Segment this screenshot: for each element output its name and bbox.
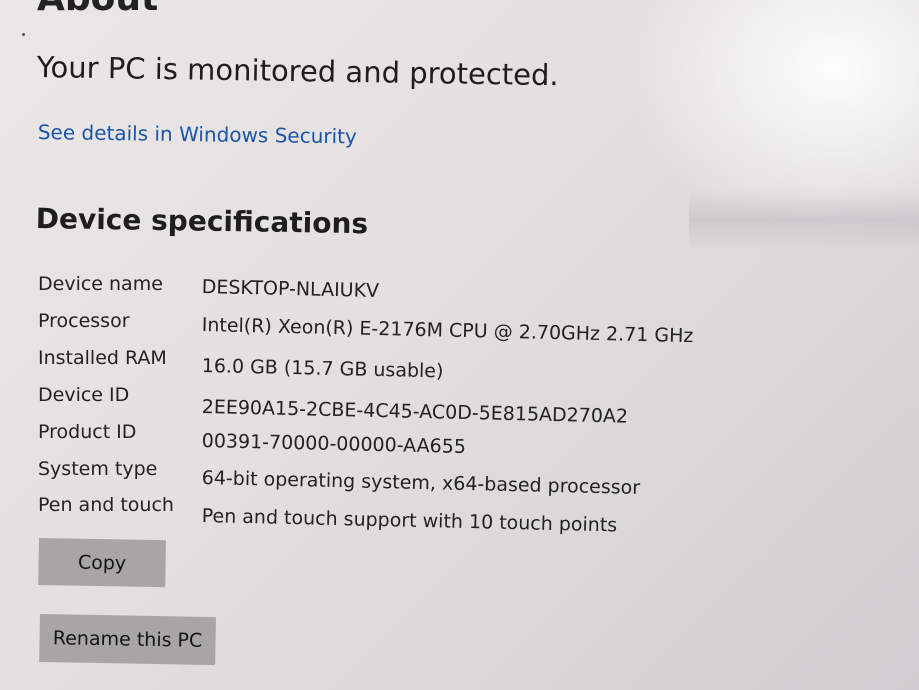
- screen-speck: [22, 33, 25, 36]
- spec-value-device-id: 2EE90A15-2CBE-4C45-AC0D-5E815AD270A2: [201, 396, 629, 428]
- spec-label-processor: Processor: [38, 310, 130, 332]
- spec-value-device-name: DESKTOP-NLAIUKV: [201, 276, 380, 303]
- spec-label-system-type: System type: [38, 458, 158, 480]
- device-specifications-title: Device specifications: [35, 202, 369, 241]
- protection-status: Your PC is monitored and protected.: [36, 50, 559, 93]
- spec-value-product-id: 00391-70000-00000-AA655: [201, 430, 467, 458]
- rename-pc-button[interactable]: Rename this PC: [39, 614, 216, 666]
- spec-label-installed-ram: Installed RAM: [38, 347, 167, 369]
- spec-label-product-id: Product ID: [38, 421, 137, 443]
- spec-value-processor: Intel(R) Xeon(R) E-2176M CPU @ 2.70GHz 2…: [201, 314, 694, 348]
- windows-security-link[interactable]: See details in Windows Security: [38, 120, 357, 148]
- spec-value-pen-and-touch: Pen and touch support with 10 touch poin…: [201, 505, 618, 537]
- spec-label-device-name: Device name: [38, 273, 163, 295]
- spec-label-pen-and-touch: Pen and touch: [38, 494, 174, 516]
- copy-button[interactable]: Copy: [38, 538, 166, 588]
- spec-value-installed-ram: 16.0 GB (15.7 GB usable): [201, 355, 444, 383]
- screen-glare: [639, 0, 919, 230]
- page-title: About: [37, 0, 158, 19]
- spec-label-device-id: Device ID: [38, 384, 130, 406]
- spec-value-system-type: 64-bit operating system, x64-based proce…: [201, 467, 641, 499]
- screen-reflection: [689, 190, 919, 250]
